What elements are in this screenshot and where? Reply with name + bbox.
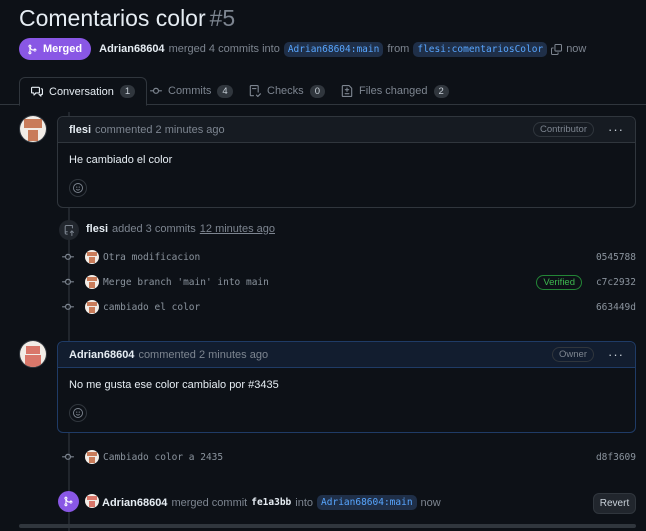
comment-body: No me gusta ese color cambialo por #3435 <box>58 368 635 422</box>
commit-sha[interactable]: 0545788 <box>596 252 636 263</box>
git-merge-icon <box>58 491 79 512</box>
smiley-icon <box>73 408 83 418</box>
comment-author[interactable]: Adrian68604 <box>69 349 134 361</box>
add-reaction-button[interactable] <box>69 179 87 197</box>
tab-counter: 0 <box>309 84 325 98</box>
merge-time: now <box>566 43 587 55</box>
commit-icon <box>62 253 74 260</box>
tab-label: Commits <box>168 85 212 97</box>
tab-files-changed[interactable]: Files changed 2 <box>330 77 460 105</box>
commit-message[interactable]: Cambiado color a 2435 <box>103 452 223 463</box>
commit-message[interactable]: Merge branch 'main' into main <box>103 277 269 288</box>
pr-title-text: Comentarios color <box>19 5 206 31</box>
tab-label: Conversation <box>49 85 114 98</box>
avatar[interactable] <box>85 250 99 264</box>
add-reaction-button[interactable] <box>69 404 87 422</box>
tab-counter: 1 <box>119 85 136 98</box>
merge-event: Adrian68604 merged commit fe1a3bb into A… <box>102 495 441 510</box>
commit-icon <box>62 278 74 285</box>
tab-commits[interactable]: Commits 4 <box>139 77 244 105</box>
commits-added-event: flesi added 3 commits 12 minutes ago <box>86 223 275 235</box>
merge-summary-text: merged 4 commits into <box>168 43 280 55</box>
from-text: from <box>387 43 410 55</box>
copy-icon[interactable] <box>551 43 563 55</box>
conversation-icon <box>31 86 43 97</box>
comment-text: No me gusta ese color cambialo por #3435 <box>69 379 279 391</box>
tab-conversation[interactable]: Conversation 1 <box>19 77 148 106</box>
avatar[interactable] <box>85 494 99 508</box>
event-time-link[interactable]: 12 minutes ago <box>200 223 275 235</box>
kebab-menu-icon[interactable]: ··· <box>608 122 624 137</box>
event-text: added 3 commits <box>112 223 196 235</box>
avatar[interactable] <box>19 115 47 143</box>
base-branch-label[interactable]: Adrian68604:main <box>283 41 384 57</box>
commit-message[interactable]: cambiado el color <box>103 302 200 313</box>
comment-meta[interactable]: commented 2 minutes ago <box>95 124 225 136</box>
head-branch-label[interactable]: flesi:comentariosColor <box>413 41 548 57</box>
merged-state-badge: Merged <box>19 38 92 60</box>
tab-checks[interactable]: Checks 0 <box>238 77 336 105</box>
commit-icon <box>62 303 74 310</box>
smiley-icon <box>73 183 83 193</box>
tab-counter: 2 <box>433 84 449 98</box>
comment-author[interactable]: flesi <box>69 124 91 136</box>
role-badge: Owner <box>552 347 594 362</box>
merge-summary: Adrian68604 merged 4 commits into Adrian… <box>99 41 587 57</box>
into-text: into <box>295 496 314 509</box>
comment-card: flesi commented 2 minutes ago Contributo… <box>57 116 636 208</box>
tab-label: Checks <box>267 85 304 97</box>
avatar[interactable] <box>85 450 99 464</box>
commit-sha[interactable]: 663449d <box>596 302 636 313</box>
tab-counter: 4 <box>217 84 233 98</box>
merge-commit-sha[interactable]: fe1a3bb <box>251 497 291 508</box>
comment-meta[interactable]: commented 2 minutes ago <box>138 349 268 361</box>
commit-row: Cambiado color a 2435 d8f3609 <box>62 449 636 465</box>
commit-sha[interactable]: c7c2932 <box>596 277 636 288</box>
avatar[interactable] <box>85 300 99 314</box>
event-author[interactable]: Adrian68604 <box>102 497 167 509</box>
commit-row: Otra modificacion 0545788 <box>62 249 636 265</box>
git-merge-icon <box>28 44 37 54</box>
page-title: Comentarios color #5 <box>19 5 235 32</box>
role-badge: Contributor <box>533 122 594 137</box>
comment-card: Adrian68604 commented 2 minutes ago Owne… <box>57 341 636 433</box>
kebab-menu-icon[interactable]: ··· <box>608 347 624 362</box>
repo-push-icon <box>59 220 79 240</box>
checks-icon <box>249 85 261 97</box>
commit-icon <box>150 87 162 94</box>
commit-row: cambiado el color 663449d <box>62 299 636 315</box>
event-time: now <box>420 496 441 509</box>
pr-number: #5 <box>209 5 236 31</box>
revert-button[interactable]: Revert <box>593 493 636 514</box>
pr-state-row: Merged Adrian68604 merged 4 commits into… <box>19 38 586 60</box>
commit-message[interactable]: Otra modificacion <box>103 252 200 263</box>
comment-body: He cambiado el color <box>58 143 635 197</box>
comment-header: flesi commented 2 minutes ago Contributo… <box>58 117 635 143</box>
commit-sha[interactable]: d8f3609 <box>596 452 636 463</box>
merge-branch-label[interactable]: Adrian68604:main <box>317 495 417 510</box>
tab-label: Files changed <box>359 85 428 97</box>
avatar[interactable] <box>19 340 47 368</box>
file-diff-icon <box>341 85 353 97</box>
avatar[interactable] <box>85 275 99 289</box>
merger-name[interactable]: Adrian68604 <box>99 43 164 55</box>
comment-text: He cambiado el color <box>69 154 173 166</box>
pr-tabs: Conversation 1 Commits 4 Checks 0 Files … <box>0 77 646 106</box>
commit-icon <box>62 453 74 460</box>
comment-header: Adrian68604 commented 2 minutes ago Owne… <box>58 342 635 368</box>
timeline-end-divider <box>19 524 636 528</box>
event-author[interactable]: flesi <box>86 223 108 235</box>
verified-badge[interactable]: Verified <box>536 274 582 290</box>
merged-state-label: Merged <box>43 43 83 55</box>
event-text: merged commit <box>171 496 248 509</box>
commit-row: Merge branch 'main' into main Verified c… <box>62 274 636 290</box>
